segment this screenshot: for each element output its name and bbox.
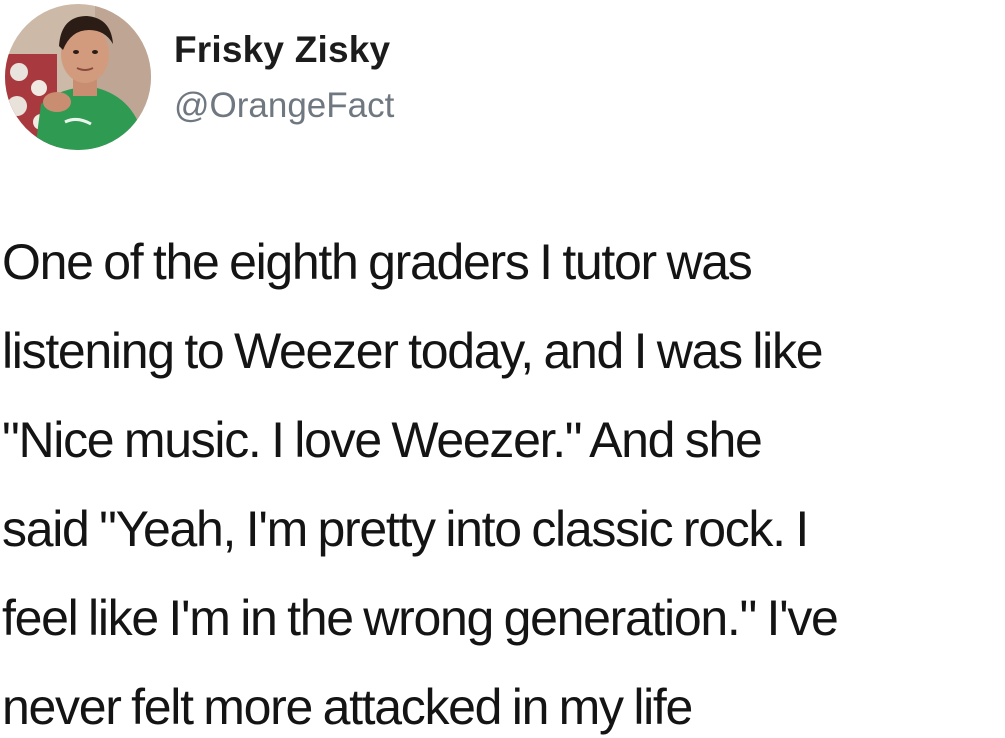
author-handle[interactable]: @OrangeFact [174,84,394,128]
tweet-text: One of the eighth graders I tutor was li… [2,218,1002,738]
tweet-card: Frisky Zisky @OrangeFact One of the eigh… [0,0,1005,738]
author-display-name[interactable]: Frisky Zisky [174,28,394,72]
tweet-header: Frisky Zisky @OrangeFact [0,0,1005,160]
tweet-text-line: "Nice music. I love Weezer." And she [2,412,763,468]
author-avatar[interactable] [5,4,151,150]
tweet-text-line: feel like I'm in the wrong generation." … [2,590,839,646]
author-names: Frisky Zisky @OrangeFact [174,28,394,128]
tweet-text-line: One of the eighth graders I tutor was [2,234,753,290]
tweet-text-line: never felt more attacked in my life [2,679,693,735]
tweet-text-line: listening to Weezer today, and I was lik… [2,323,824,379]
avatar-photo-icon [5,4,151,150]
tweet-text-line: said "Yeah, I'm pretty into classic rock… [2,501,809,557]
